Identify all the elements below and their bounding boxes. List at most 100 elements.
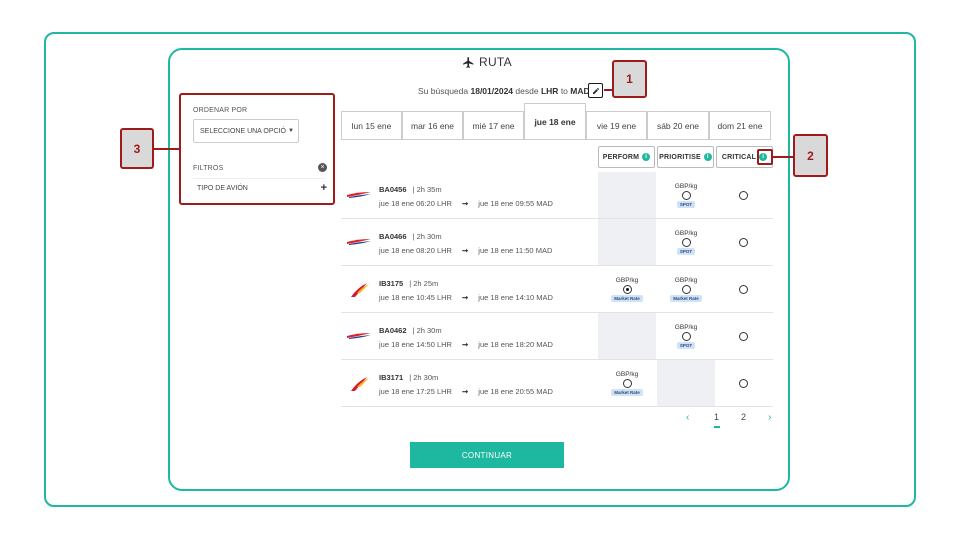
flight-row: BA0456 | 2h 35m jue 18 ene 06:20 LHR ➞ jue 1… (341, 172, 773, 219)
flight-times: jue 18 ene 06:20 LHR ➞ jue 18 ene 09:55 MA… (379, 199, 553, 208)
british-airways-logo-icon (347, 333, 371, 339)
fare-radio[interactable] (622, 378, 632, 388)
arrow-right-icon: ➞ (461, 293, 469, 302)
flight-number: BA0456 | 2h 35m (379, 185, 442, 194)
iberia-logo-icon (351, 283, 369, 297)
filters-divider (193, 178, 325, 179)
fare-radio[interactable] (681, 237, 691, 247)
page-2[interactable]: 2 (741, 412, 746, 422)
flight-number: BA0466 | 2h 30m (379, 232, 442, 241)
fare-radio[interactable] (681, 284, 691, 294)
critical-radio[interactable] (739, 332, 748, 341)
tabs-baseline (341, 139, 771, 140)
callout-2-line (773, 156, 794, 158)
tab-mar-16[interactable]: mar 16 ene (402, 111, 463, 139)
critical-radio[interactable] (739, 238, 748, 247)
flight-row: BA0466 | 2h 30m jue 18 ene 08:20 LHR ➞ jue 1… (341, 219, 773, 266)
critical-radio[interactable] (739, 379, 748, 388)
fare-unavailable (598, 172, 656, 218)
fare-price: GBP/kg (674, 276, 698, 284)
fare-badge: Market Rate (611, 294, 643, 302)
page-1[interactable]: 1 (714, 412, 719, 422)
continue-button[interactable]: CONTINUAR (410, 442, 564, 468)
page-title-text: RUTA (479, 55, 512, 69)
british-airways-logo-icon (347, 239, 371, 245)
fare-radio[interactable] (681, 190, 691, 200)
caret-down-icon: ▼ (287, 128, 294, 134)
arrow-right-icon: ➞ (461, 246, 469, 255)
fare-option[interactable]: GBP/kg SPOT (657, 313, 715, 359)
flight-duration: | 2h 25m (409, 279, 439, 288)
flight-row: IB3171 | 2h 30m jue 18 ene 17:25 LHR ➞ jue 1… (341, 360, 773, 407)
fare-price: GBP/kg (674, 323, 698, 331)
tab-jue-18[interactable]: jue 18 ene (524, 103, 586, 139)
tab-dom-21[interactable]: dom 21 ene (709, 111, 771, 139)
prev-page-chevron-icon[interactable]: ‹ (686, 412, 689, 423)
callout-3-line (153, 148, 180, 150)
current-page-indicator (714, 426, 720, 428)
british-airways-logo-icon (347, 192, 371, 198)
sidebar-filters: ORDENAR POR SELECCIONE UNA OPCIÓ ▼ FILTRO… (179, 93, 335, 205)
fare-badge: SPOT (676, 200, 696, 208)
fare-price: GBP/kg (674, 229, 698, 237)
info-icon[interactable]: i (642, 153, 651, 161)
flight-list: BA0456 | 2h 35m jue 18 ene 06:20 LHR ➞ jue 1… (341, 172, 773, 407)
flight-times: jue 18 ene 10:45 LHR ➞ jue 18 ene 14:10 MA… (379, 293, 553, 302)
tab-mie-17[interactable]: mié 17 ene (463, 111, 524, 139)
flight-duration: | 2h 30m (409, 373, 439, 382)
fare-option[interactable]: GBP/kg Market Rate (598, 266, 656, 312)
info-icon[interactable]: i (703, 153, 712, 161)
callout-1: 1 (612, 60, 647, 98)
callout-3: 3 (120, 128, 154, 169)
clear-filters-icon[interactable]: × (318, 163, 327, 172)
flight-row: IB3175 | 2h 25m jue 18 ene 10:45 LHR ➞ jue 1… (341, 266, 773, 313)
fare-option[interactable]: GBP/kg SPOT (657, 219, 715, 265)
critical-radio[interactable] (739, 285, 748, 294)
fare-price: GBP/kg (615, 370, 639, 378)
flight-duration: | 2h 30m (412, 326, 442, 335)
filters-label: FILTROS (193, 165, 224, 172)
pencil-icon (592, 87, 599, 94)
tab-vie-19[interactable]: vie 19 ene (586, 111, 647, 139)
filter-aircraft-type[interactable]: TIPO DE AVIÓN (197, 185, 248, 192)
fare-badge: SPOT (676, 341, 696, 349)
plane-icon (463, 56, 474, 68)
edit-search-button[interactable] (588, 83, 603, 98)
flight-duration: | 2h 35m (412, 185, 442, 194)
fare-option[interactable]: GBP/kg Market Rate (657, 266, 715, 312)
plus-icon[interactable]: + (321, 182, 327, 194)
page-title: RUTA (462, 55, 512, 69)
fare-unavailable (598, 219, 656, 265)
search-summary: Su búsqueda 18/01/2024 desde LHR to MAD (418, 86, 590, 96)
fare-unavailable (657, 360, 715, 406)
flight-number: BA0462 | 2h 30m (379, 326, 442, 335)
fare-option[interactable]: GBP/kg SPOT (657, 172, 715, 218)
fare-price: GBP/kg (615, 276, 639, 284)
flight-times: jue 18 ene 14:50 LHR ➞ jue 18 ene 18:20 MA… (379, 340, 553, 349)
tab-lun-15[interactable]: lun 15 ene (341, 111, 402, 139)
sort-select[interactable]: SELECCIONE UNA OPCIÓ ▼ (193, 119, 299, 143)
fare-option[interactable]: GBP/kg Market Rate (598, 360, 656, 406)
fare-badge: SPOT (676, 247, 696, 255)
arrow-right-icon: ➞ (461, 199, 469, 208)
flight-times: jue 18 ene 17:25 LHR ➞ jue 18 ene 20:55 MA… (379, 387, 553, 396)
column-perform: PERFORM i (598, 146, 655, 168)
next-page-chevron-icon[interactable]: › (768, 412, 771, 423)
date-tabs: lun 15 ene mar 16 ene mié 17 ene jue 18 … (341, 103, 771, 139)
tab-sab-20[interactable]: sáb 20 ene (647, 111, 709, 139)
flight-number: IB3171 | 2h 30m (379, 373, 439, 382)
critical-info-highlight (757, 149, 773, 165)
fare-unavailable (598, 313, 656, 359)
sort-label: ORDENAR POR (193, 107, 248, 114)
fare-radio[interactable] (681, 331, 691, 341)
fare-badge: Market Rate (611, 388, 643, 396)
flight-number: IB3175 | 2h 25m (379, 279, 439, 288)
fare-radio[interactable] (622, 284, 632, 294)
callout-2: 2 (793, 134, 828, 177)
fare-price: GBP/kg (674, 182, 698, 190)
fare-badge: Market Rate (670, 294, 702, 302)
column-prioritise: PRIORITISE i (657, 146, 714, 168)
iberia-logo-icon (351, 377, 369, 391)
critical-radio[interactable] (739, 191, 748, 200)
flight-row: BA0462 | 2h 30m jue 18 ene 14:50 LHR ➞ jue 1… (341, 313, 773, 360)
